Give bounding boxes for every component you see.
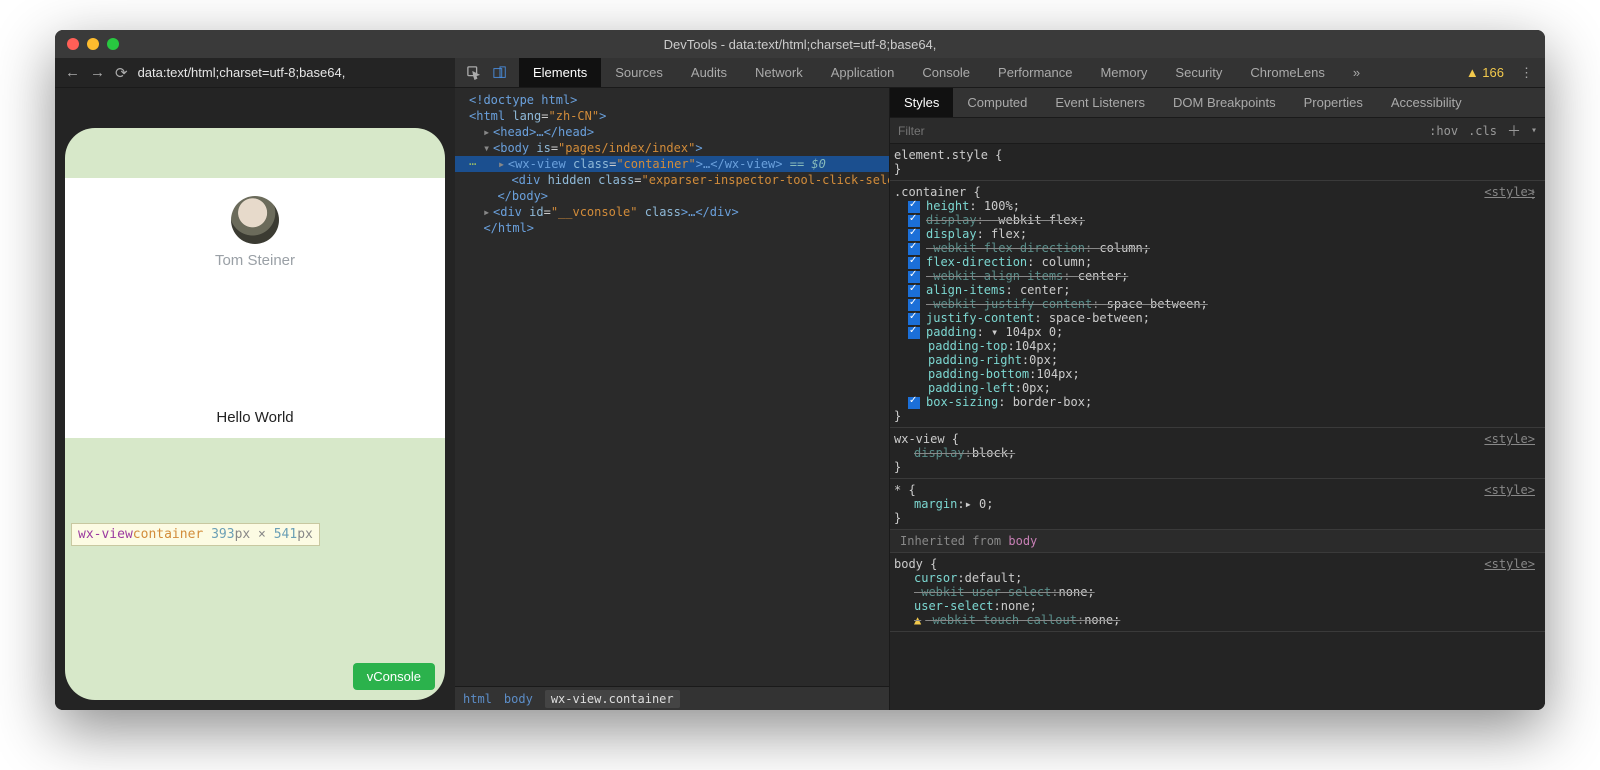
property-toggle[interactable] bbox=[908, 299, 920, 311]
css-property[interactable]: -webkit-align-items: center; bbox=[894, 269, 1535, 283]
property-toggle[interactable] bbox=[908, 229, 920, 241]
property-toggle[interactable] bbox=[908, 327, 920, 339]
tab-audits[interactable]: Audits bbox=[677, 58, 741, 87]
css-property[interactable]: -webkit-user-select: none; bbox=[894, 585, 1535, 599]
property-toggle[interactable] bbox=[908, 243, 920, 255]
tab-memory[interactable]: Memory bbox=[1086, 58, 1161, 87]
username: Tom Steiner bbox=[65, 252, 445, 269]
css-property-expanded[interactable]: padding-top: 104px; bbox=[894, 339, 1535, 353]
tab-dom-breakpoints[interactable]: DOM Breakpoints bbox=[1159, 88, 1290, 117]
rule-container[interactable]: ⋮ <style> .container { height: 100%;disp… bbox=[890, 181, 1545, 428]
css-property[interactable]: -webkit-flex-direction: column; bbox=[894, 241, 1535, 255]
tab-accessibility[interactable]: Accessibility bbox=[1377, 88, 1476, 117]
css-property-expanded[interactable]: padding-bottom: 104px; bbox=[894, 367, 1535, 381]
titlebar: DevTools - data:text/html;charset=utf-8;… bbox=[55, 30, 1545, 58]
styles-tabs: Styles Computed Event Listeners DOM Brea… bbox=[890, 88, 1545, 118]
css-property[interactable]: display: flex; bbox=[894, 227, 1535, 241]
css-property[interactable]: cursor: default; bbox=[894, 571, 1535, 585]
device-toggle-icon[interactable] bbox=[493, 66, 507, 80]
css-property[interactable]: display: -webkit-flex; bbox=[894, 213, 1535, 227]
inherited-from: Inherited from body bbox=[890, 530, 1545, 553]
hov-toggle[interactable]: :hov bbox=[1429, 124, 1458, 138]
breadcrumb[interactable]: body bbox=[504, 692, 533, 706]
tab-properties[interactable]: Properties bbox=[1290, 88, 1377, 117]
property-toggle[interactable] bbox=[908, 313, 920, 325]
rule-wxview[interactable]: <style> wx-view { display: block; } bbox=[890, 428, 1545, 479]
inspect-tooltip: wx-viewcontainer 393px × 541px bbox=[71, 523, 320, 546]
dom-selected-row[interactable]: ⋯ ▸<wx-view class="container">…</wx-view… bbox=[455, 156, 889, 172]
tab-computed[interactable]: Computed bbox=[953, 88, 1041, 117]
forward-icon[interactable]: → bbox=[90, 64, 105, 81]
property-toggle[interactable] bbox=[908, 271, 920, 283]
css-property[interactable]: ▲-webkit-touch-callout: none; bbox=[894, 613, 1535, 627]
url[interactable]: data:text/html;charset=utf-8;base64, bbox=[138, 65, 346, 80]
styles-panel: Styles Computed Event Listeners DOM Brea… bbox=[890, 88, 1545, 710]
dom-line[interactable]: <!doctype html> bbox=[469, 93, 577, 107]
viewer-pane: ← → ⟳ data:text/html;charset=utf-8;base6… bbox=[55, 58, 455, 710]
window-title: DevTools - data:text/html;charset=utf-8;… bbox=[55, 37, 1545, 52]
property-toggle[interactable] bbox=[908, 215, 920, 227]
tab-performance[interactable]: Performance bbox=[984, 58, 1086, 87]
reload-icon[interactable]: ⟳ bbox=[115, 64, 128, 82]
back-icon[interactable]: ← bbox=[65, 64, 80, 81]
tab-network[interactable]: Network bbox=[741, 58, 817, 87]
main-pane: Elements Sources Audits Network Applicat… bbox=[455, 58, 1545, 710]
tab-chromelens[interactable]: ChromeLens bbox=[1236, 58, 1338, 87]
rule-body[interactable]: <style> body { cursor: default;-webkit-u… bbox=[890, 553, 1545, 632]
tab-styles[interactable]: Styles bbox=[890, 88, 953, 117]
inspect-element-icon[interactable] bbox=[467, 66, 481, 80]
address-bar: ← → ⟳ data:text/html;charset=utf-8;base6… bbox=[55, 58, 455, 88]
styles-filter: :hov .cls ＋ ▾ bbox=[890, 118, 1545, 144]
css-property-expanded[interactable]: padding-left: 0px; bbox=[894, 381, 1535, 395]
tab-sources[interactable]: Sources bbox=[601, 58, 677, 87]
css-property[interactable]: justify-content: space-between; bbox=[894, 311, 1535, 325]
devtools-window: DevTools - data:text/html;charset=utf-8;… bbox=[55, 30, 1545, 710]
more-icon[interactable]: ⋮ bbox=[1527, 187, 1539, 201]
chevron-down-icon[interactable]: ▾ bbox=[1531, 125, 1537, 136]
property-toggle[interactable] bbox=[908, 257, 920, 269]
preview-card: Tom Steiner Hello World bbox=[65, 178, 445, 438]
property-toggle[interactable] bbox=[908, 285, 920, 297]
rule-star[interactable]: <style> * { margin: ▸ 0; } bbox=[890, 479, 1545, 530]
avatar bbox=[231, 196, 279, 244]
breadcrumb[interactable]: wx-view.container bbox=[545, 690, 680, 708]
source-link[interactable]: <style> bbox=[1484, 483, 1535, 497]
css-property[interactable]: align-items: center; bbox=[894, 283, 1535, 297]
css-property[interactable]: height: 100%; bbox=[894, 199, 1535, 213]
more-tabs-icon[interactable]: » bbox=[1339, 58, 1374, 87]
new-style-rule-icon[interactable]: ＋ bbox=[1507, 121, 1521, 141]
css-property[interactable]: -webkit-justify-content: space-between; bbox=[894, 297, 1535, 311]
dom-tree[interactable]: <!doctype html> <html lang="zh-CN"> ▸<he… bbox=[455, 88, 889, 686]
property-toggle[interactable] bbox=[908, 397, 920, 409]
css-property[interactable]: padding: ▾ 104px 0; bbox=[894, 325, 1535, 339]
elements-dom-panel: <!doctype html> <html lang="zh-CN"> ▸<he… bbox=[455, 88, 890, 710]
warnings-badge[interactable]: ▲ 166 bbox=[1466, 65, 1504, 80]
css-property[interactable]: flex-direction: column; bbox=[894, 255, 1535, 269]
main-toolbar: Elements Sources Audits Network Applicat… bbox=[455, 58, 1545, 88]
tab-application[interactable]: Application bbox=[817, 58, 909, 87]
tab-event-listeners[interactable]: Event Listeners bbox=[1041, 88, 1159, 117]
dom-breadcrumbs: html body wx-view.container bbox=[455, 686, 889, 710]
device-preview: Tom Steiner Hello World wx-viewcontainer… bbox=[65, 128, 445, 700]
source-link[interactable]: <style> bbox=[1484, 557, 1535, 571]
property-toggle[interactable] bbox=[908, 201, 920, 213]
tab-security[interactable]: Security bbox=[1161, 58, 1236, 87]
vconsole-button[interactable]: vConsole bbox=[353, 663, 435, 690]
styles-body[interactable]: element.style { } ⋮ <style> .container {… bbox=[890, 144, 1545, 710]
css-property-expanded[interactable]: padding-right: 0px; bbox=[894, 353, 1535, 367]
filter-input[interactable] bbox=[898, 124, 1429, 138]
cls-toggle[interactable]: .cls bbox=[1468, 124, 1497, 138]
breadcrumb[interactable]: html bbox=[463, 692, 492, 706]
main-tabs: Elements Sources Audits Network Applicat… bbox=[519, 58, 1374, 87]
rule-element-style[interactable]: element.style { } bbox=[890, 144, 1545, 181]
hello-text: Hello World bbox=[65, 409, 445, 426]
tab-console[interactable]: Console bbox=[908, 58, 984, 87]
settings-icon[interactable]: ⋮ bbox=[1520, 65, 1533, 81]
css-property[interactable]: user-select: none; bbox=[894, 599, 1535, 613]
tab-elements[interactable]: Elements bbox=[519, 58, 601, 87]
source-link[interactable]: <style> bbox=[1484, 432, 1535, 446]
